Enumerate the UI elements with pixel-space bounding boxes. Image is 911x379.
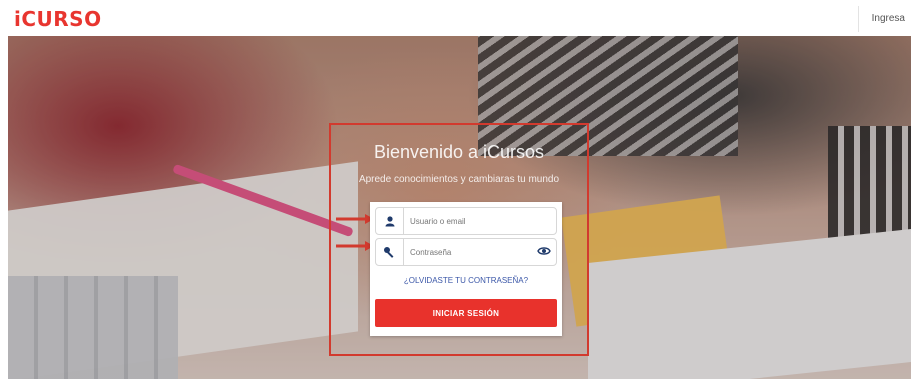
forgot-password-link[interactable]: ¿OLVIDASTE TU CONTRASEÑA? — [370, 276, 562, 285]
password-field[interactable] — [375, 238, 557, 266]
logo[interactable]: iCURSO — [14, 7, 102, 31]
login-card: ¿OLVIDASTE TU CONTRASEÑA? INICIAR SESIÓN — [370, 202, 562, 336]
key-icon — [376, 239, 404, 265]
password-input[interactable] — [410, 243, 536, 261]
user-icon — [376, 208, 404, 234]
username-input[interactable] — [410, 212, 536, 230]
arrow-right-icon — [336, 241, 374, 251]
welcome-subtitle: Aprede conocimientos y cambiaras tu mund… — [358, 174, 560, 185]
arrow-right-icon — [336, 214, 374, 224]
top-navbar: iCURSO Ingresa — [0, 0, 911, 36]
login-submit-label: INICIAR SESIÓN — [432, 309, 500, 318]
ingresa-link[interactable]: Ingresa — [872, 13, 905, 24]
eye-icon[interactable] — [537, 244, 551, 258]
nav-divider — [858, 6, 859, 32]
welcome-title: Bienvenido a iCursos — [373, 142, 545, 162]
login-submit-button[interactable]: INICIAR SESIÓN — [375, 299, 557, 327]
username-field[interactable] — [375, 207, 557, 235]
